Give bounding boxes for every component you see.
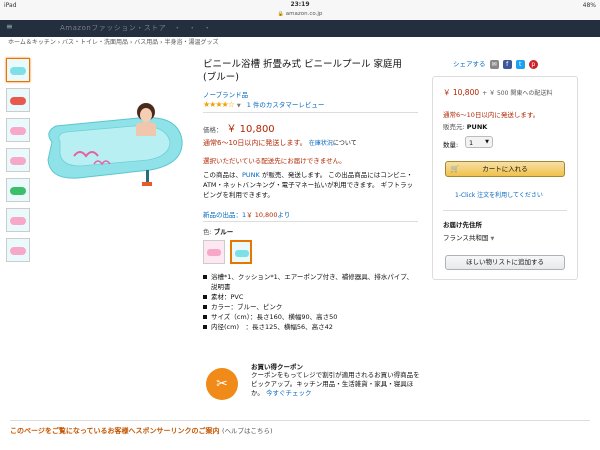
price-value: ￥ 10,800 — [226, 124, 275, 135]
new-offers-link[interactable]: 新品の出品：1￥ 10,800より — [203, 209, 290, 219]
divider — [203, 112, 418, 113]
thumbnail-2[interactable] — [6, 88, 30, 112]
buybox-shipping: 通常6～10日以内に発送します。 — [443, 111, 540, 119]
list-item: サイズ（cm）：長さ160、横幅90、高さ50 — [203, 312, 418, 322]
thumbnail-5[interactable] — [6, 178, 30, 202]
seller-label: 販売元: — [443, 123, 465, 131]
review-count-link[interactable]: 1 件のカスタマーレビュー — [247, 101, 325, 109]
feature-bullets: 浴槽*1、クッション*1、エアーポンプ付き、補修器具、排水パイプ、説明書 素材：… — [203, 272, 418, 332]
buybox-seller: 販売元: PUNK — [443, 121, 487, 131]
shipping-info: 通常6～10日以内に発送します。 在庫状況について — [203, 138, 418, 148]
product-image[interactable] — [38, 90, 188, 190]
battery-level: 48% — [582, 2, 596, 9]
color-label: 色: — [203, 228, 212, 236]
thumbnail-3[interactable] — [6, 118, 30, 142]
clock: 23:19 — [290, 1, 310, 8]
quantity-label: 数量: — [443, 141, 459, 149]
buy-box: ￥ 10,800 + ￥ 500 関東への配送料 通常6～10日以内に発送します。… — [432, 76, 578, 280]
nav-text[interactable]: Amazonファッション・ストア ・ ・ ・ — [60, 23, 211, 33]
seller-link[interactable]: PUNK — [242, 171, 260, 179]
top-navigation: ≡ Amazonファッション・ストア ・ ・ ・ — [0, 20, 600, 37]
share-row: シェアする ✉ f t p — [453, 58, 538, 69]
thumbnail-7[interactable] — [6, 238, 30, 262]
chevron-down-icon[interactable]: ▼ — [237, 103, 241, 109]
one-click-link[interactable]: 1-Click 注文を利用してください — [455, 190, 543, 199]
new-offers-price: ￥ 10,800 — [246, 211, 278, 219]
seller-name: PUNK — [466, 123, 488, 131]
shipping-text: 通常6～10日以内に発送します。 — [203, 139, 307, 147]
new-offers-label: 新品の出品：1 — [203, 211, 247, 219]
list-item: 浴槽*1、クッション*1、エアーポンプ付き、補修器具、排水パイプ、説明書 — [203, 272, 418, 292]
divider — [203, 221, 418, 222]
thumbnail-1[interactable] — [6, 58, 30, 82]
url-text: amazon.co.jp — [285, 11, 323, 17]
help-link[interactable]: (ヘルプはこちら) — [222, 427, 273, 435]
shipping-suffix: について — [332, 140, 357, 147]
cart-icon: 🛒 — [450, 165, 460, 173]
color-swatch-blue[interactable] — [230, 240, 252, 264]
menu-icon[interactable]: ≡ — [6, 22, 13, 31]
no-delivery-warning: 選択いただいている配送先にお届けできません。 — [203, 157, 346, 165]
quantity-select[interactable]: 1 ▼ — [465, 136, 493, 148]
price-label: 価格： — [203, 126, 223, 134]
sponsored-title: このページをご覧になっているお客様へスポンサーリンクのご案内 — [10, 427, 220, 435]
url-bar[interactable]: 🔒 amazon.co.jp — [0, 11, 600, 20]
share-label[interactable]: シェアする — [453, 60, 486, 68]
thumbnail-4[interactable] — [6, 148, 30, 172]
add-to-cart-button[interactable]: 🛒 カートに入れる — [445, 161, 565, 177]
list-item: カラー：ブルー、ピンク — [203, 302, 418, 312]
color-value: ブルー — [213, 228, 234, 236]
coupon-link[interactable]: 今すぐチェック — [266, 389, 312, 397]
thumbnail-list — [6, 58, 30, 268]
chevron-down-icon: ▼ — [485, 139, 489, 145]
star-rating-icon[interactable]: ★★★★☆ — [203, 100, 235, 109]
email-icon[interactable]: ✉ — [489, 59, 499, 69]
buybox-price-value: ￥ 10,800 — [443, 88, 480, 97]
stock-status-link[interactable]: 在庫状況 — [309, 140, 333, 147]
coupon-promo: ✂ お買い得クーポン クーポンをもってレジで割引が適用されるお買い得商品をピック… — [206, 360, 421, 405]
brand-link[interactable]: ノーブランド品 — [203, 89, 248, 99]
list-item: 素材：PVC — [203, 292, 418, 302]
coupon-desc: クーポンをもってレジで割引が適用されるお買い得商品をピックアップ。キッチン用品・… — [251, 371, 421, 398]
new-offers-suffix: より — [277, 211, 291, 219]
color-swatch-pink[interactable] — [203, 240, 225, 264]
facebook-icon[interactable]: f — [502, 59, 512, 69]
desc-text-1: この商品は、 — [203, 171, 242, 179]
chevron-down-icon: ▼ — [490, 236, 495, 242]
price-row: 価格： ￥ 10,800 — [203, 120, 275, 135]
status-bar: iPad 23:19 48% — [0, 0, 600, 11]
quantity-value: 1 — [469, 139, 474, 147]
lock-icon: 🔒 — [277, 11, 284, 17]
add-to-cart-label: カートに入れる — [482, 165, 528, 173]
coupon-title: お買い得クーポン — [251, 363, 303, 371]
buybox-shipping-fee: + ￥ 500 関東への配送料 — [482, 90, 553, 97]
buybox-price: ￥ 10,800 + ￥ 500 関東への配送料 — [443, 87, 552, 98]
destination-select[interactable]: フランス共和国 ▼ — [443, 232, 494, 242]
divider — [10, 420, 590, 421]
breadcrumb[interactable]: ホーム＆キッチン › バス・トイレ・洗面用品 › バス用品 › 半身浴・湯温グッ… — [8, 37, 218, 46]
destination-title: お届け先住所 — [443, 221, 482, 229]
seller-description: この商品は、PUNK が販売、発送します。 この出品商品にはコンビニ・ATM・ネ… — [203, 170, 418, 200]
list-item: 内径(cm) ：長さ125、横幅56、高さ42 — [203, 322, 418, 332]
destination-value: フランス共和国 — [443, 234, 489, 242]
product-title: ビニール浴槽 折畳み式 ビニールプール 家庭用 (ブルー) — [203, 59, 403, 83]
twitter-icon[interactable]: t — [515, 59, 525, 69]
color-selector-label: 色: ブルー — [203, 226, 233, 236]
sponsored-links-header: このページをご覧になっているお客様へスポンサーリンクのご案内 (ヘルプはこちら) — [10, 425, 273, 436]
scissors-icon: ✂ — [206, 368, 238, 400]
pinterest-icon[interactable]: p — [528, 59, 538, 69]
rating: ★★★★☆ ▼ 1 件のカスタマーレビュー — [203, 99, 324, 109]
divider — [443, 210, 567, 211]
add-to-wishlist-button[interactable]: ほしい物リストに追加する — [445, 255, 565, 270]
thumbnail-6[interactable] — [6, 208, 30, 232]
